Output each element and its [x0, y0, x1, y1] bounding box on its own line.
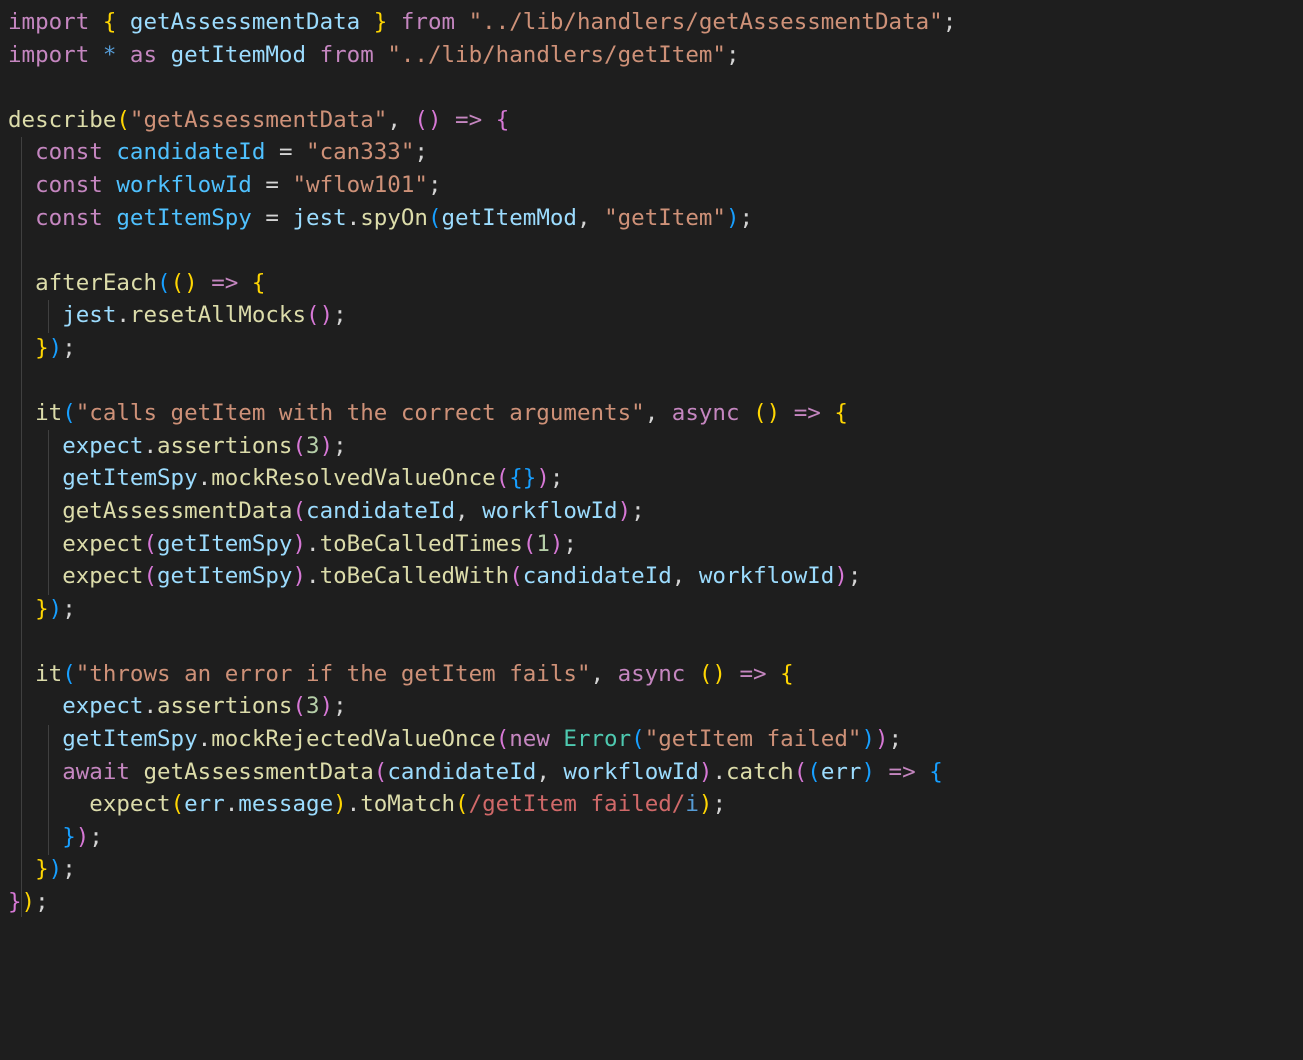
code-line: }); — [8, 335, 76, 361]
code-line: import * as getItemMod from "../lib/hand… — [8, 42, 740, 68]
code-line: it("throws an error if the getItem fails… — [8, 661, 794, 687]
code-editor-content[interactable]: import { getAssessmentData } from "../li… — [0, 0, 1303, 959]
code-line: it("calls getItem with the correct argum… — [8, 400, 848, 426]
code-line: const getItemSpy = jest.spyOn(getItemMod… — [8, 205, 753, 231]
code-line: await getAssessmentData(candidateId, wor… — [8, 759, 943, 785]
code-line: expect(getItemSpy).toBeCalledWith(candid… — [8, 563, 861, 589]
code-line: expect.assertions(3); — [8, 693, 347, 719]
code-line: describe("getAssessmentData", () => { — [8, 107, 509, 133]
code-line: }); — [8, 824, 103, 850]
code-line: }); — [8, 889, 49, 915]
code-line: }); — [8, 596, 76, 622]
code-line: getAssessmentData(candidateId, workflowI… — [8, 498, 645, 524]
code-line: getItemSpy.mockRejectedValueOnce(new Err… — [8, 726, 902, 752]
code-line: import { getAssessmentData } from "../li… — [8, 9, 956, 35]
code-line: expect(getItemSpy).toBeCalledTimes(1); — [8, 531, 577, 557]
code-line: jest.resetAllMocks(); — [8, 302, 347, 328]
code-line: }); — [8, 856, 76, 882]
code-line: const workflowId = "wflow101"; — [8, 172, 442, 198]
code-line: expect.assertions(3); — [8, 433, 347, 459]
code-line: getItemSpy.mockResolvedValueOnce({}); — [8, 465, 563, 491]
code-line: afterEach(() => { — [8, 270, 265, 296]
code-line: expect(err.message).toMatch(/getItem fai… — [8, 791, 726, 817]
code-line: const candidateId = "can333"; — [8, 139, 428, 165]
